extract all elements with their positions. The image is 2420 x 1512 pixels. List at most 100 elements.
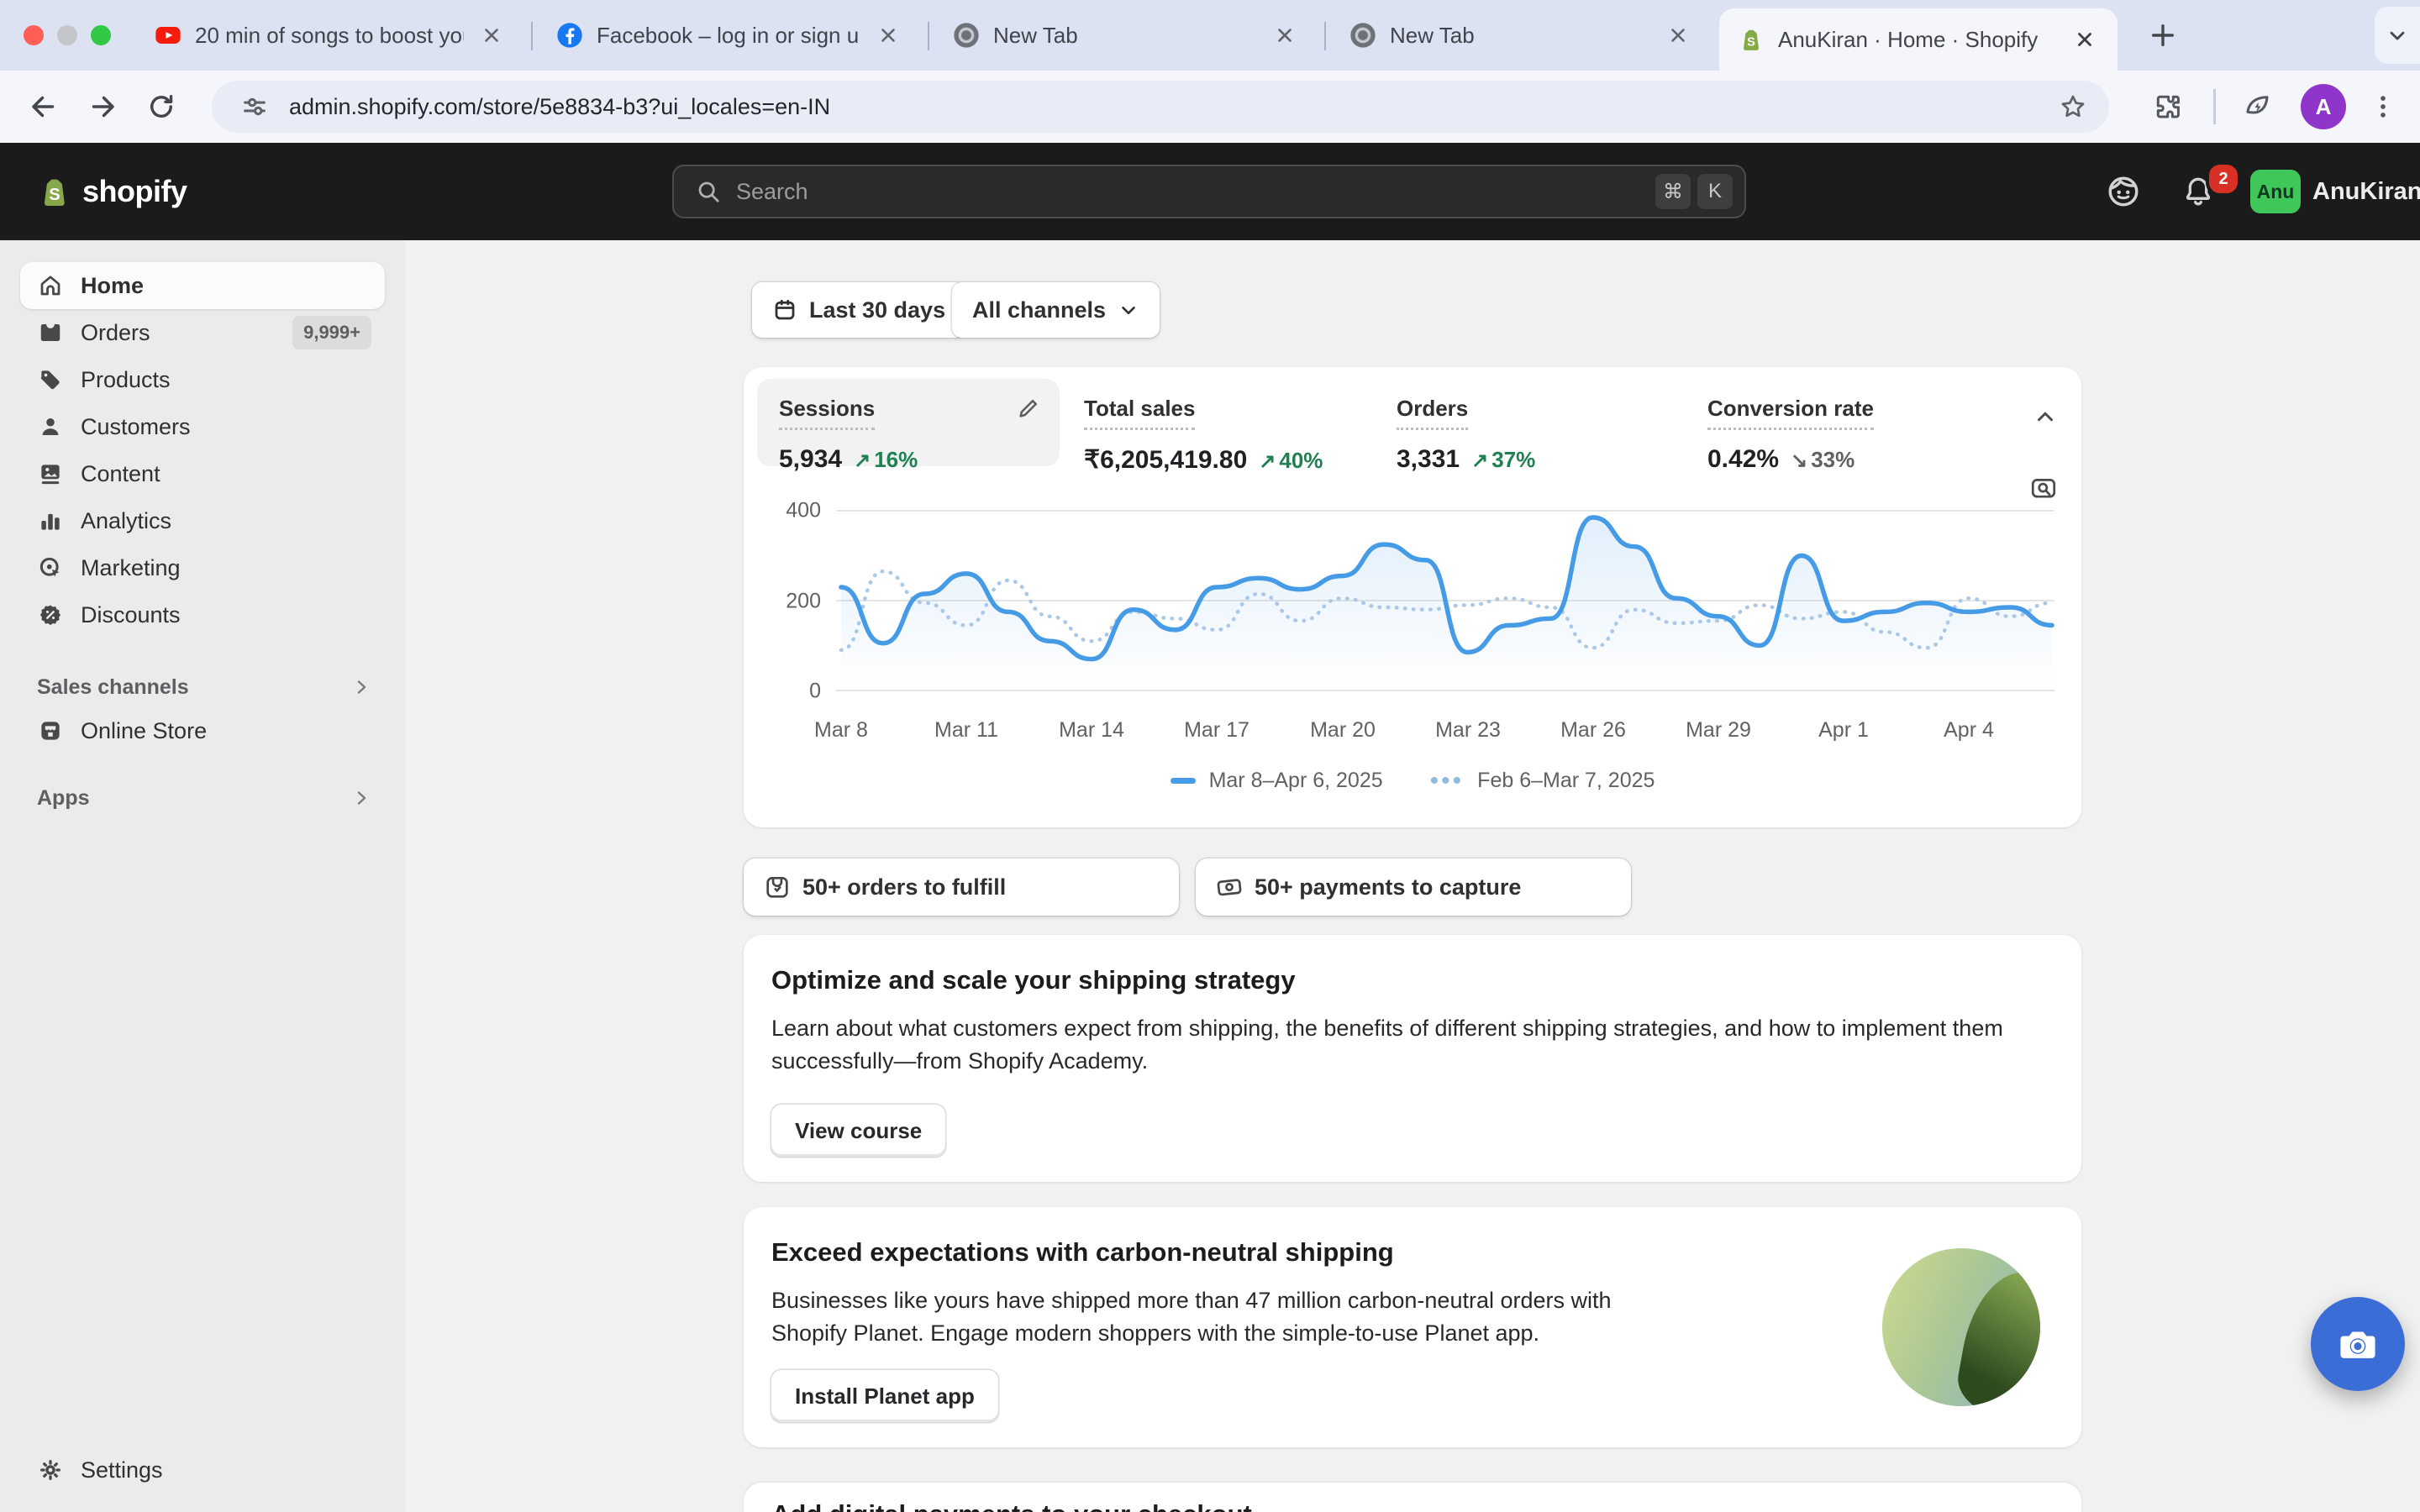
legend-previous-period: Feb 6–Mar 7, 2025 bbox=[1477, 769, 1655, 793]
marketing-target-icon bbox=[37, 554, 64, 581]
planet-card-body: Businesses like yours have shipped more … bbox=[771, 1284, 1679, 1350]
screenshot-camera-fab[interactable] bbox=[2311, 1297, 2405, 1391]
chart-legend: Mar 8–Apr 6, 2025 ••• Feb 6–Mar 7, 2025 bbox=[744, 769, 2081, 793]
metric-tab-orders[interactable]: Orders 3,331 ↗37% bbox=[1397, 396, 1535, 474]
kbd-cmd: ⌘ bbox=[1655, 174, 1691, 209]
chevron-down-icon bbox=[1118, 299, 1139, 321]
tab-close-icon[interactable] bbox=[477, 21, 506, 50]
channel-filter-label: All channels bbox=[972, 297, 1106, 323]
tab-title: New Tab bbox=[993, 23, 1257, 49]
facebook-icon bbox=[556, 22, 583, 49]
store-avatar-chip[interactable]: Anu bbox=[2250, 170, 2301, 213]
chart-x-axis: Mar 8 Mar 11 Mar 14 Mar 17 Mar 20 Mar 23… bbox=[744, 718, 2081, 748]
back-icon[interactable] bbox=[24, 87, 64, 127]
sessions-line-chart[interactable] bbox=[836, 501, 2054, 728]
view-course-button[interactable]: View course bbox=[771, 1105, 945, 1157]
tab-new-tab-2[interactable]: New Tab bbox=[1331, 0, 1711, 71]
search-input[interactable] bbox=[734, 178, 1649, 206]
inspect-chart-icon[interactable] bbox=[2029, 475, 2058, 503]
tab-shopify-active[interactable]: S AnuKiran · Home · Shopify bbox=[1719, 8, 2118, 71]
sidebar-item-marketing[interactable]: Marketing bbox=[20, 544, 385, 591]
address-bar[interactable] bbox=[212, 81, 2109, 133]
collapse-chevron-up-icon[interactable] bbox=[2033, 404, 2058, 429]
url-input[interactable] bbox=[287, 93, 2059, 121]
tab-strip-chevron-down-icon[interactable] bbox=[2375, 7, 2420, 64]
metric-tab-conversion-rate[interactable]: Conversion rate 0.42% ↘33% bbox=[1707, 396, 1874, 474]
browser-menu-kebab-icon[interactable] bbox=[2363, 87, 2403, 127]
date-range-button[interactable]: Last 30 days bbox=[752, 282, 965, 338]
channel-filter-button[interactable]: All channels bbox=[952, 282, 1160, 338]
tab-close-icon[interactable] bbox=[874, 21, 902, 50]
shopify-favicon: S bbox=[1738, 26, 1765, 53]
sidebar-item-online-store[interactable]: Online Store bbox=[20, 707, 385, 754]
orders-to-fulfill-button[interactable]: 50+ orders to fulfill bbox=[744, 858, 1179, 916]
global-search[interactable]: ⌘ K bbox=[672, 165, 1746, 218]
tab-title: New Tab bbox=[1390, 23, 1650, 49]
tab-youtube[interactable]: 20 min of songs to boost you bbox=[136, 0, 524, 71]
content-image-icon bbox=[37, 460, 64, 487]
metric-label: Conversion rate bbox=[1707, 396, 1874, 430]
search-icon bbox=[696, 179, 721, 204]
sidebar-item-home[interactable]: Home bbox=[20, 262, 385, 309]
payments-to-capture-button[interactable]: 50+ payments to capture bbox=[1196, 858, 1631, 916]
legend-dotted-marker: ••• bbox=[1430, 777, 1465, 785]
x-tick: Mar 29 bbox=[1686, 718, 1751, 743]
order-box-icon bbox=[764, 874, 791, 900]
reload-icon[interactable] bbox=[141, 87, 182, 127]
tab-separator bbox=[1324, 22, 1326, 50]
camera-icon bbox=[2336, 1322, 2380, 1366]
x-tick: Mar 17 bbox=[1184, 718, 1249, 743]
sidebar-item-settings[interactable]: Settings bbox=[20, 1446, 385, 1494]
trend-up-icon: ↗ bbox=[854, 449, 871, 473]
browser-profile-avatar[interactable]: A bbox=[2301, 84, 2346, 129]
sidebar-item-content[interactable]: Content bbox=[20, 450, 385, 497]
pencil-edit-icon[interactable] bbox=[1016, 396, 1041, 421]
sales-channels-header[interactable]: Sales channels bbox=[20, 669, 385, 706]
apps-header[interactable]: Apps bbox=[20, 780, 385, 816]
sidebar-item-label: Online Store bbox=[81, 718, 207, 744]
metric-value: 0.42% bbox=[1707, 445, 1779, 474]
metric-tab-total-sales[interactable]: Total sales ₹6,205,419.80 ↗40% bbox=[1084, 396, 1323, 475]
sidebar-item-customers[interactable]: Customers bbox=[20, 403, 385, 450]
metric-delta: 33% bbox=[1811, 447, 1854, 473]
traffic-light-close[interactable] bbox=[24, 25, 44, 45]
home-icon bbox=[37, 272, 64, 299]
sidebar-item-label: Home bbox=[81, 273, 144, 299]
chart-y-axis: 400 200 0 bbox=[744, 367, 821, 827]
gear-icon bbox=[37, 1457, 64, 1483]
performance-leaf-icon[interactable] bbox=[2237, 87, 2277, 127]
x-tick: Mar 23 bbox=[1435, 718, 1501, 743]
shopify-bag-icon: S bbox=[37, 174, 72, 209]
sales-channels-label: Sales channels bbox=[37, 675, 189, 700]
tab-separator bbox=[928, 22, 929, 50]
svg-text:S: S bbox=[49, 186, 60, 204]
extensions-icon[interactable] bbox=[2148, 87, 2188, 127]
tab-close-icon[interactable] bbox=[2070, 25, 2099, 54]
traffic-light-minimize[interactable] bbox=[57, 25, 77, 45]
sidebar-item-label: Customers bbox=[81, 414, 191, 440]
sidekick-icon[interactable] bbox=[2103, 171, 2144, 212]
products-tag-icon bbox=[37, 366, 64, 393]
sidebar-item-discounts[interactable]: Discounts bbox=[20, 591, 385, 638]
site-settings-icon[interactable] bbox=[240, 92, 269, 121]
legend-current-period: Mar 8–Apr 6, 2025 bbox=[1209, 769, 1383, 793]
tab-new-tab-1[interactable]: New Tab bbox=[934, 0, 1318, 71]
sidebar-item-label: Orders bbox=[81, 320, 150, 346]
store-name[interactable]: AnuKiran bbox=[2312, 143, 2420, 240]
sidebar-item-orders[interactable]: Orders 9,999+ bbox=[20, 309, 385, 356]
tab-close-icon[interactable] bbox=[1664, 21, 1692, 50]
shopify-logo[interactable]: S shopify bbox=[37, 143, 187, 240]
new-tab-button[interactable] bbox=[2144, 17, 2181, 54]
shipping-card-body: Learn about what customers expect from s… bbox=[771, 1012, 2057, 1078]
metric-value: 3,331 bbox=[1397, 445, 1460, 474]
shopify-wordmark: shopify bbox=[82, 174, 187, 209]
tab-facebook[interactable]: Facebook – log in or sign up bbox=[538, 0, 921, 71]
sidebar-item-analytics[interactable]: Analytics bbox=[20, 497, 385, 544]
traffic-light-zoom[interactable] bbox=[91, 25, 111, 45]
sidebar-item-products[interactable]: Products bbox=[20, 356, 385, 403]
tab-close-icon[interactable] bbox=[1270, 21, 1299, 50]
bookmark-star-icon[interactable] bbox=[2059, 92, 2087, 121]
install-planet-app-button[interactable]: Install Planet app bbox=[771, 1370, 998, 1422]
metric-value: ₹6,205,419.80 bbox=[1084, 445, 1247, 475]
forward-icon[interactable] bbox=[82, 87, 123, 127]
